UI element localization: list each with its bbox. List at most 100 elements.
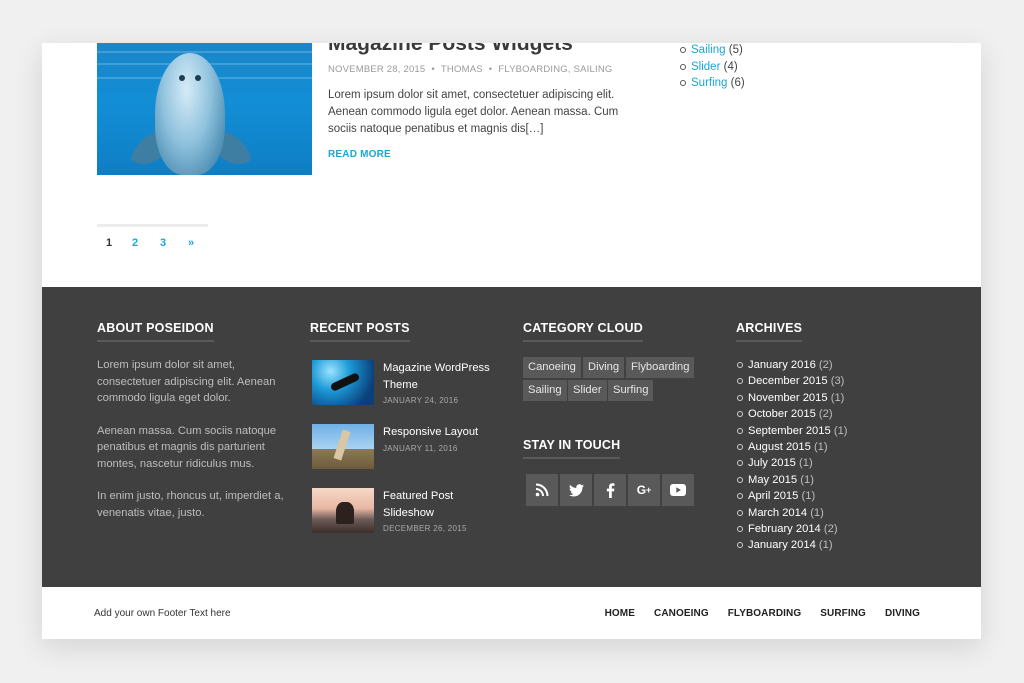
archive-count: (1) xyxy=(833,424,848,437)
category-count: (6) xyxy=(730,77,745,89)
post-category-flyboarding[interactable]: FLYBOARDING xyxy=(498,64,568,75)
archive-link[interactable]: March 2014 xyxy=(748,507,807,519)
page-link-2[interactable]: 2 xyxy=(121,237,149,249)
post-thumbnail[interactable] xyxy=(97,43,312,175)
list-item: May 2015 (1) xyxy=(737,472,848,488)
archive-link[interactable]: January 2014 xyxy=(748,539,816,551)
recent-post-date: DECEMBER 26, 2015 xyxy=(383,524,467,533)
footer-text: Add your own Footer Text here xyxy=(94,608,231,619)
facebook-icon[interactable] xyxy=(594,474,626,506)
archive-count: (1) xyxy=(810,506,824,519)
footer-nav-home[interactable]: HOME xyxy=(605,608,635,619)
footer-nav-diving[interactable]: DIVING xyxy=(885,608,920,619)
tag-diving[interactable]: Diving xyxy=(583,357,625,378)
post-date[interactable]: NOVEMBER 28, 2015 xyxy=(328,64,425,75)
stay-in-touch-title: STAY IN TOUCH xyxy=(523,438,621,459)
archive-count: (2) xyxy=(818,408,833,421)
about-paragraph: Aenean massa. Cum sociis natoque penatib… xyxy=(97,424,277,470)
list-item: December 2015 (3) xyxy=(737,373,848,389)
category-link[interactable]: Sailing xyxy=(691,44,726,56)
archive-count: (1) xyxy=(799,457,813,470)
archive-link[interactable]: December 2015 xyxy=(748,375,828,387)
archive-count: (1) xyxy=(800,473,814,486)
recent-post-date: JANUARY 24, 2016 xyxy=(383,396,459,405)
archives-list: January 2016 (2) December 2015 (3) Novem… xyxy=(737,357,848,554)
category-cloud-title: CATEGORY CLOUD xyxy=(523,321,643,342)
page-current: 1 xyxy=(106,237,113,249)
about-text: Lorem ipsum dolor sit amet, consectetuer… xyxy=(97,357,292,537)
list-item: February 2014 (2) xyxy=(737,521,848,537)
pagination: 1 2 3 » xyxy=(97,224,208,249)
about-paragraph: In enim justo, rhoncus ut, imperdiet a, … xyxy=(97,490,284,519)
archive-link[interactable]: August 2015 xyxy=(748,441,811,453)
archive-count: (1) xyxy=(818,539,833,552)
recent-post-title[interactable]: Magazine WordPress Theme xyxy=(383,360,503,393)
archive-link[interactable]: July 2015 xyxy=(748,457,796,469)
recent-post-thumbnail[interactable] xyxy=(312,488,374,533)
archive-count: (2) xyxy=(823,523,838,536)
recent-posts-title: RECENT POSTS xyxy=(310,321,410,342)
footer-widgets: ABOUT POSEIDON Lorem ipsum dolor sit ame… xyxy=(42,287,981,587)
list-item: July 2015 (1) xyxy=(737,455,848,471)
about-paragraph: Lorem ipsum dolor sit amet, consectetuer… xyxy=(97,359,276,404)
tag-sailing[interactable]: Sailing xyxy=(523,380,567,401)
recent-post-thumbnail[interactable] xyxy=(312,360,374,405)
recent-post-title[interactable]: Responsive Layout xyxy=(383,424,503,441)
archive-link[interactable]: May 2015 xyxy=(748,474,797,486)
archive-count: (1) xyxy=(830,391,845,404)
recent-post-title[interactable]: Featured Post Slideshow xyxy=(383,488,503,521)
page-next[interactable]: » xyxy=(177,237,205,249)
rss-icon[interactable] xyxy=(526,474,558,506)
youtube-icon[interactable] xyxy=(662,474,694,506)
page-link-3[interactable]: 3 xyxy=(149,237,177,249)
archive-count: (3) xyxy=(830,375,845,388)
footer-nav-surfing[interactable]: SURFING xyxy=(820,608,866,619)
recent-post-item[interactable]: Featured Post Slideshow DECEMBER 26, 201… xyxy=(312,488,502,538)
footer-nav-canoeing[interactable]: CANOEING xyxy=(654,608,709,619)
twitter-icon[interactable] xyxy=(560,474,592,506)
recent-post-item[interactable]: Responsive Layout JANUARY 11, 2016 xyxy=(312,424,502,474)
category-count: (4) xyxy=(723,60,738,73)
google-plus-icon[interactable]: G + xyxy=(628,474,660,506)
post-title[interactable]: Magazine Posts Widgets xyxy=(328,43,573,56)
tag-canoeing[interactable]: Canoeing xyxy=(523,357,581,378)
content-area: Magazine Posts Widgets NOVEMBER 28, 2015… xyxy=(42,43,981,287)
list-item: October 2015 (2) xyxy=(737,406,848,422)
category-link[interactable]: Slider xyxy=(691,61,720,73)
tag-slider[interactable]: Slider xyxy=(568,380,607,401)
list-item: Surfing (6) xyxy=(680,75,745,92)
read-more-link[interactable]: READ MORE xyxy=(328,149,391,160)
archive-link[interactable]: September 2015 xyxy=(748,425,831,437)
archive-link[interactable]: February 2014 xyxy=(748,523,821,535)
list-item: January 2014 (1) xyxy=(737,537,848,553)
tag-surfing[interactable]: Surfing xyxy=(608,380,654,401)
footer-bar: Add your own Footer Text here HOME CANOE… xyxy=(42,587,981,639)
list-item: April 2015 (1) xyxy=(737,488,848,504)
post-category-sailing[interactable]: SAILING xyxy=(574,64,613,75)
list-item: Slider (4) xyxy=(680,59,745,76)
archive-link[interactable]: November 2015 xyxy=(748,392,828,404)
archive-link[interactable]: April 2015 xyxy=(748,490,798,502)
footer-nav-flyboarding[interactable]: FLYBOARDING xyxy=(728,608,802,619)
category-count: (5) xyxy=(728,44,743,56)
list-item: Sailing (5) xyxy=(680,43,745,59)
recent-post-date: JANUARY 11, 2016 xyxy=(383,444,458,453)
post-excerpt: Lorem ipsum dolor sit amet, consectetuer… xyxy=(328,89,619,135)
tag-flyboarding[interactable]: Flyboarding xyxy=(626,357,695,378)
post-meta: NOVEMBER 28, 2015 • THOMAS • FLYBOARDING, SA… xyxy=(328,64,613,75)
about-title: ABOUT POSEIDON xyxy=(97,321,214,342)
social-icons: G + xyxy=(526,474,696,506)
post-author[interactable]: THOMAS xyxy=(441,64,483,75)
sidebar-category-list: Sailing (5) Slider (4) Surfing (6) xyxy=(680,43,745,92)
category-link[interactable]: Surfing xyxy=(691,77,727,89)
footer-nav: HOME CANOEING FLYBOARDING SURFING DIVING xyxy=(586,608,920,619)
list-item: March 2014 (1) xyxy=(737,505,848,521)
archive-link[interactable]: October 2015 xyxy=(748,408,816,420)
list-item: January 2016 (2) xyxy=(737,357,848,373)
dolphin-image xyxy=(155,53,225,175)
recent-post-thumbnail[interactable] xyxy=(312,424,374,469)
archive-link[interactable]: January 2016 xyxy=(748,359,816,371)
list-item: September 2015 (1) xyxy=(737,423,848,439)
recent-post-item[interactable]: Magazine WordPress Theme JANUARY 24, 201… xyxy=(312,360,502,410)
archive-count: (2) xyxy=(818,359,833,371)
